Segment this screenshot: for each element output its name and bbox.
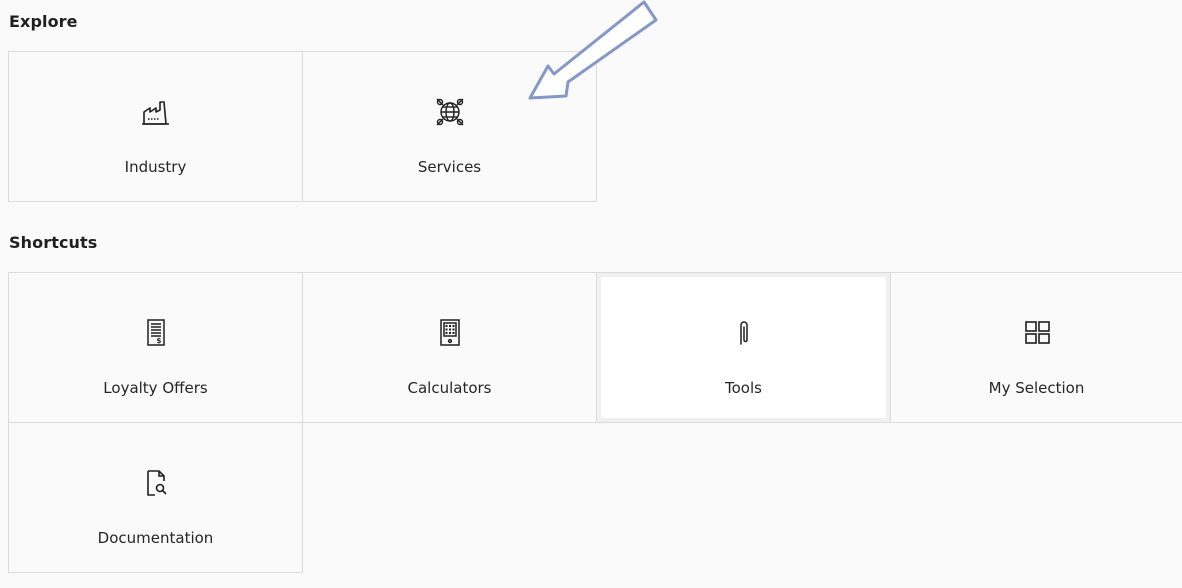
tile-label: Documentation <box>97 529 214 547</box>
tile-calculators[interactable]: Calculators <box>302 272 597 423</box>
tile-label: Calculators <box>407 379 492 397</box>
tile-label: Tools <box>725 379 762 397</box>
arrow-annotation <box>528 0 658 100</box>
tile-label: Loyalty Offers <box>103 379 208 397</box>
shortcuts-section-title: Shortcuts <box>9 233 98 252</box>
price-list-icon: $ <box>140 317 172 349</box>
tile-label: My Selection <box>988 379 1085 397</box>
tile-industry[interactable]: Industry <box>8 51 303 202</box>
calculator-icon <box>434 317 466 349</box>
factory-icon <box>140 96 172 128</box>
tile-documentation[interactable]: Documentation <box>8 422 303 573</box>
tile-my-selection[interactable]: My Selection <box>890 272 1182 423</box>
tile-label: Industry <box>124 158 187 176</box>
explore-section-title: Explore <box>9 12 78 31</box>
tile-tools[interactable]: Tools <box>596 272 891 423</box>
tile-loyalty-offers[interactable]: $ Loyalty Offers <box>8 272 303 423</box>
document-search-icon <box>140 467 172 499</box>
svg-text:$: $ <box>156 337 161 345</box>
tile-label: Services <box>417 158 482 176</box>
globe-gears-icon <box>434 96 466 128</box>
paperclip-icon <box>728 317 760 349</box>
grid-icon <box>1021 317 1053 349</box>
